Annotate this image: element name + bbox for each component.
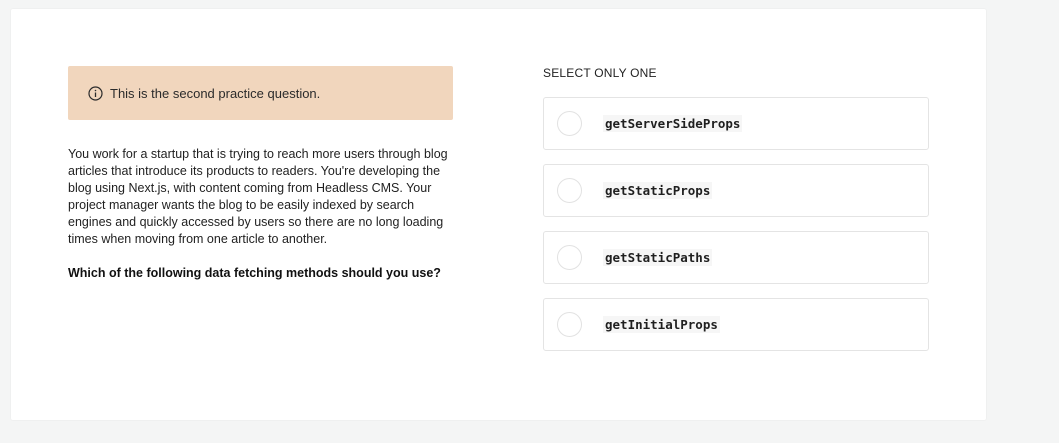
radio-button[interactable] xyxy=(557,245,582,270)
radio-button[interactable] xyxy=(557,111,582,136)
answer-option[interactable]: getStaticPaths xyxy=(543,231,929,284)
question-card: This is the second practice question. Yo… xyxy=(11,9,986,420)
question-body: You work for a startup that is trying to… xyxy=(68,147,448,246)
question-panel: This is the second practice question. Yo… xyxy=(68,66,453,280)
practice-notice: This is the second practice question. xyxy=(68,66,453,120)
answer-panel: SELECT ONLY ONE getServerSideProps getSt… xyxy=(543,66,929,365)
notice-text: This is the second practice question. xyxy=(110,85,321,101)
answer-option[interactable]: getStaticProps xyxy=(543,164,929,217)
answer-option[interactable]: getInitialProps xyxy=(543,298,929,351)
answer-option-label: getStaticProps xyxy=(603,182,713,199)
radio-button[interactable] xyxy=(557,312,582,337)
answer-option-label: getInitialProps xyxy=(603,316,720,333)
radio-button[interactable] xyxy=(557,178,582,203)
answer-option-label: getServerSideProps xyxy=(603,115,743,132)
answer-option[interactable]: getServerSideProps xyxy=(543,97,929,150)
select-instruction: SELECT ONLY ONE xyxy=(543,66,657,80)
question-prompt: Which of the following data fetching met… xyxy=(68,266,441,280)
info-icon xyxy=(88,85,103,101)
answer-option-label: getStaticPaths xyxy=(603,249,713,266)
